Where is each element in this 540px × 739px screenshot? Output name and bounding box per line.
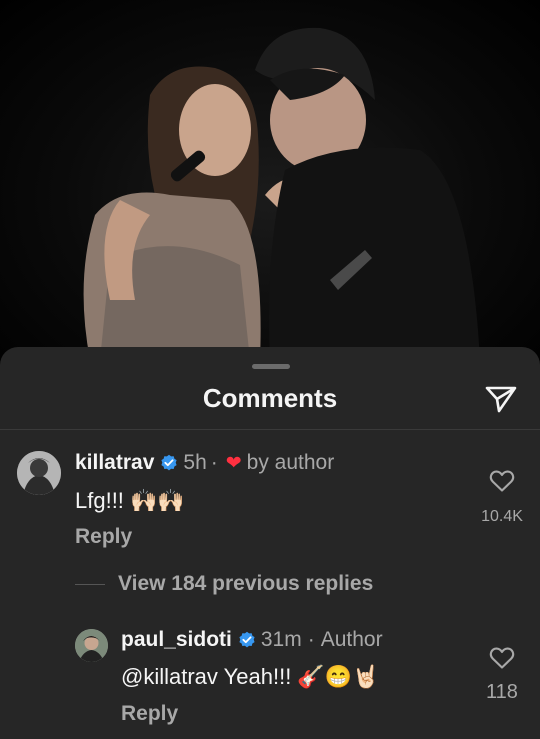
liked-by-author-heart-icon: ❤ <box>225 452 242 474</box>
replies-connector-line <box>75 584 105 585</box>
avatar-killatrav-icon <box>17 451 61 495</box>
sheet-title: Comments <box>202 383 338 413</box>
concert-photo-illustration <box>83 27 480 360</box>
author-tag: Author <box>320 628 383 651</box>
reply-time: 31m <box>260 628 302 651</box>
comment-header: killatrav 5h · ❤ by author <box>75 451 334 475</box>
like-heart-icon[interactable] <box>489 646 515 670</box>
comment-text: Lfg!!! 🙌🏻🙌🏻 <box>75 488 185 513</box>
separator-dot: · <box>210 451 218 474</box>
reply-header: paul_sidoti 31m · Author <box>121 628 383 652</box>
liked-by-author-label: by author <box>246 451 335 474</box>
reply-text: @killatrav Yeah!!! 🎸😁🤘🏻 <box>121 664 380 689</box>
like-heart-icon[interactable] <box>489 469 515 493</box>
username[interactable]: paul_sidoti <box>121 628 232 652</box>
verified-badge-icon <box>161 454 177 471</box>
like-count: 10.4K <box>481 508 523 525</box>
username[interactable]: killatrav <box>75 451 154 475</box>
view-previous-replies-button[interactable]: View 184 previous replies <box>118 572 373 596</box>
comments-sheet: Comments killatrav 5h · ❤ by author Lfg!… <box>0 347 540 739</box>
header-divider <box>0 429 540 430</box>
like-count: 118 <box>486 681 518 703</box>
reply-button[interactable]: Reply <box>75 525 132 549</box>
post-photo <box>0 0 540 360</box>
send-icon[interactable] <box>484 384 518 414</box>
verified-badge-icon <box>239 631 255 648</box>
avatar[interactable] <box>75 629 108 662</box>
comment-time: 5h <box>183 451 207 474</box>
reply-button[interactable]: Reply <box>121 702 178 726</box>
separator-dot: · <box>307 628 315 651</box>
avatar[interactable] <box>17 451 61 495</box>
drag-handle[interactable] <box>252 364 290 369</box>
avatar-paul-sidoti-icon <box>75 629 108 662</box>
